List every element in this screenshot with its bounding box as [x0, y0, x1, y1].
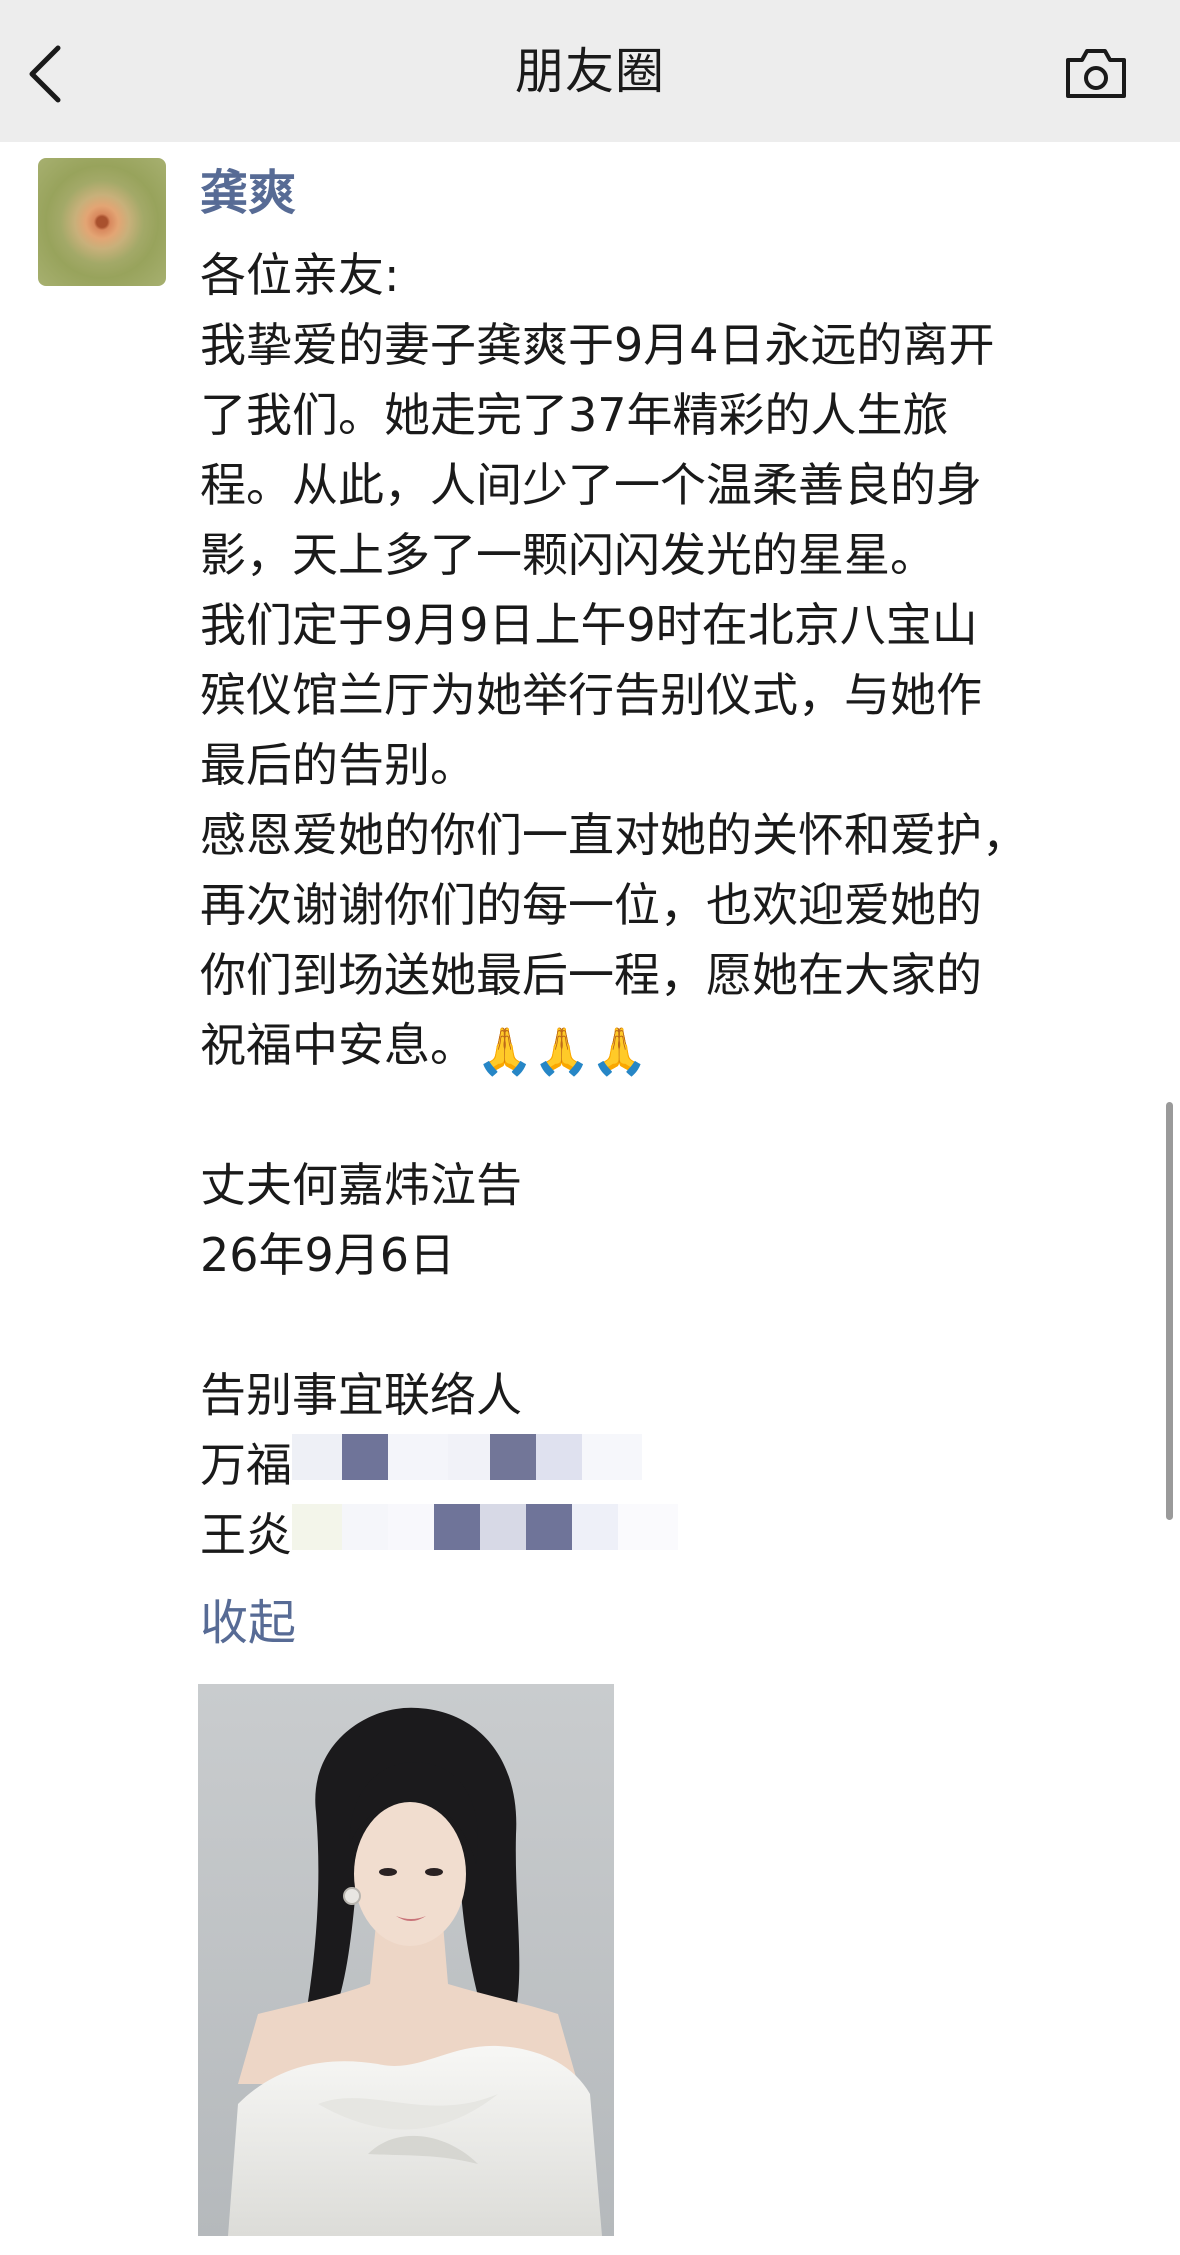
mosaic-tile: [434, 1504, 480, 1550]
scrollbar[interactable]: [1166, 1102, 1173, 1520]
post-line: 了我们。她走完了37年精彩的人生旅: [200, 388, 949, 442]
post-photo[interactable]: [198, 1684, 614, 2236]
post-line-text: 祝福中安息。: [200, 1018, 476, 1072]
mosaic-tile: [448, 1434, 490, 1480]
post-line: 影，天上多了一颗闪闪发光的星星。: [200, 528, 936, 582]
post-line: 各位亲友:: [200, 248, 400, 302]
avatar[interactable]: [38, 158, 166, 286]
moments-page: 朋友圈 龚爽 各位亲友: 我挚爱的妻子龚爽于9月4日永远的离开 了我们。她走完了…: [0, 0, 1180, 2255]
post-text: 各位亲友: 我挚爱的妻子龚爽于9月4日永远的离开 了我们。她走完了37年精彩的人…: [200, 240, 1120, 1570]
mosaic-tile: [582, 1434, 642, 1480]
contact-name: 万福: [200, 1438, 292, 1492]
mosaic-tile: [292, 1434, 342, 1480]
mosaic-tile: [388, 1504, 434, 1550]
collapse-link[interactable]: 收起: [200, 1588, 296, 1658]
post-date: 26年9月6日: [200, 1228, 456, 1282]
camera-icon: [1066, 49, 1126, 98]
mosaic-tile: [292, 1504, 342, 1550]
post-line: 殡仪馆兰厅为她举行告别仪式，与她作: [200, 668, 982, 722]
mosaic-tile: [572, 1504, 618, 1550]
post-line: 我挚爱的妻子龚爽于9月4日永远的离开: [200, 318, 995, 372]
contact-line: 王炎: [200, 1500, 1120, 1570]
contact-name: 王炎: [200, 1508, 292, 1562]
post-line: 最后的告别。: [200, 738, 476, 792]
portrait-image: [198, 1684, 614, 2236]
mosaic-tile: [490, 1434, 536, 1480]
contact-title: 告别事宜联络人: [200, 1368, 522, 1422]
signature: 丈夫何嘉炜泣告: [200, 1158, 522, 1212]
post-line-last: 祝福中安息。🙏🙏🙏: [200, 1010, 1120, 1080]
mosaic-tile: [342, 1434, 388, 1480]
mosaic-tile: [536, 1434, 582, 1480]
post-line: 感恩爱她的你们一直对她的关怀和爱护，: [200, 808, 1028, 862]
mosaic-tile: [618, 1504, 678, 1550]
mosaic-tile: [388, 1434, 448, 1480]
post-line: 再次谢谢你们的每一位，也欢迎爱她的: [200, 878, 982, 932]
mosaic-tile: [342, 1504, 388, 1550]
pray-emoji: 🙏🙏🙏: [476, 1024, 648, 1078]
navbar: 朋友圈: [0, 0, 1180, 142]
camera-button[interactable]: [1062, 46, 1130, 102]
page-title: 朋友圈: [514, 43, 665, 100]
redacted-mask: [292, 1434, 672, 1496]
post-line: 程。从此，人间少了一个温柔善良的身: [200, 458, 982, 512]
post-line: 我们定于9月9日上午9时在北京八宝山: [200, 598, 978, 652]
contact-line: 万福: [200, 1430, 1120, 1500]
mosaic-tile: [526, 1504, 572, 1550]
post-line: 你们到场送她最后一程，愿她在大家的: [200, 948, 982, 1002]
redacted-mask: [292, 1504, 692, 1566]
mosaic-tile: [480, 1504, 526, 1550]
author-name[interactable]: 龚爽: [200, 160, 296, 226]
